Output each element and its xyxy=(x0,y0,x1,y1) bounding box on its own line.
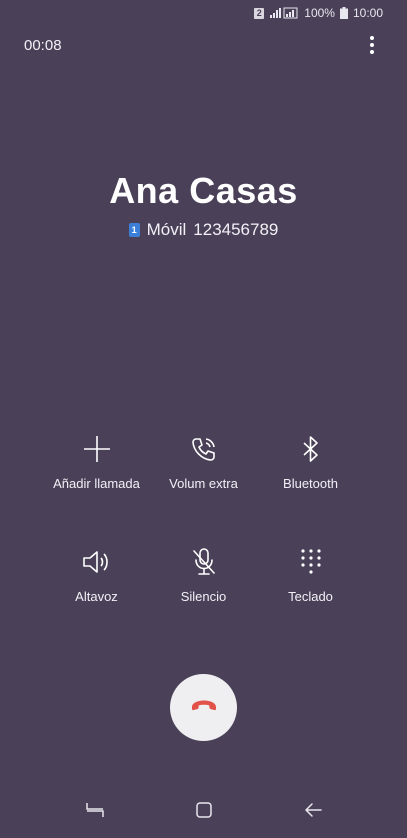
back-button[interactable] xyxy=(293,790,333,830)
bluetooth-label: Bluetooth xyxy=(283,476,338,491)
call-actions: Añadir llamada Volum extra Bluetooth Alt… xyxy=(0,432,407,605)
add-call-button[interactable]: Añadir llamada xyxy=(43,432,150,492)
speaker-label: Altavoz xyxy=(75,589,118,604)
number-type: Móvil xyxy=(146,220,187,239)
speaker-button[interactable]: Altavoz xyxy=(43,545,150,605)
battery-icon xyxy=(339,7,348,19)
bluetooth-icon xyxy=(294,432,328,466)
contact-name: Ana Casas xyxy=(109,170,298,211)
recent-apps-button[interactable] xyxy=(75,790,115,830)
status-bar: 2 100% 10:00 xyxy=(0,0,407,26)
end-call-button[interactable] xyxy=(170,674,237,741)
mute-mic-icon xyxy=(187,545,221,579)
keypad-icon xyxy=(294,545,328,579)
mute-button[interactable]: Silencio xyxy=(150,545,257,605)
battery-percent: 100% xyxy=(304,6,335,20)
home-button[interactable] xyxy=(184,790,224,830)
keypad-button[interactable]: Teclado xyxy=(257,545,364,605)
status-time: 10:00 xyxy=(352,6,383,20)
speaker-icon xyxy=(80,545,114,579)
extra-volume-label: Volum extra xyxy=(169,476,238,491)
signal-icon xyxy=(269,7,299,19)
more-dot xyxy=(370,43,374,47)
sim-icon: 1 xyxy=(128,223,140,237)
contact-number-line: 1 Móvil 123456789 xyxy=(0,220,407,240)
add-call-label: Añadir llamada xyxy=(53,476,140,491)
phone-number: 123456789 xyxy=(193,220,279,239)
bluetooth-button[interactable]: Bluetooth xyxy=(257,432,364,492)
add-icon xyxy=(80,432,114,466)
mute-label: Silencio xyxy=(180,589,227,604)
more-dot xyxy=(370,50,374,54)
call-timer: 00:08 xyxy=(24,37,62,54)
end-call-icon xyxy=(190,698,218,717)
extra-volume-button[interactable]: Volum extra xyxy=(150,432,257,492)
navigation-bar xyxy=(0,782,407,838)
keypad-label: Teclado xyxy=(288,589,333,604)
sim-slot-badge: 2 xyxy=(254,7,265,19)
volume-boost-icon xyxy=(187,432,221,466)
more-dot xyxy=(370,36,374,40)
more-options-button[interactable] xyxy=(363,33,381,57)
